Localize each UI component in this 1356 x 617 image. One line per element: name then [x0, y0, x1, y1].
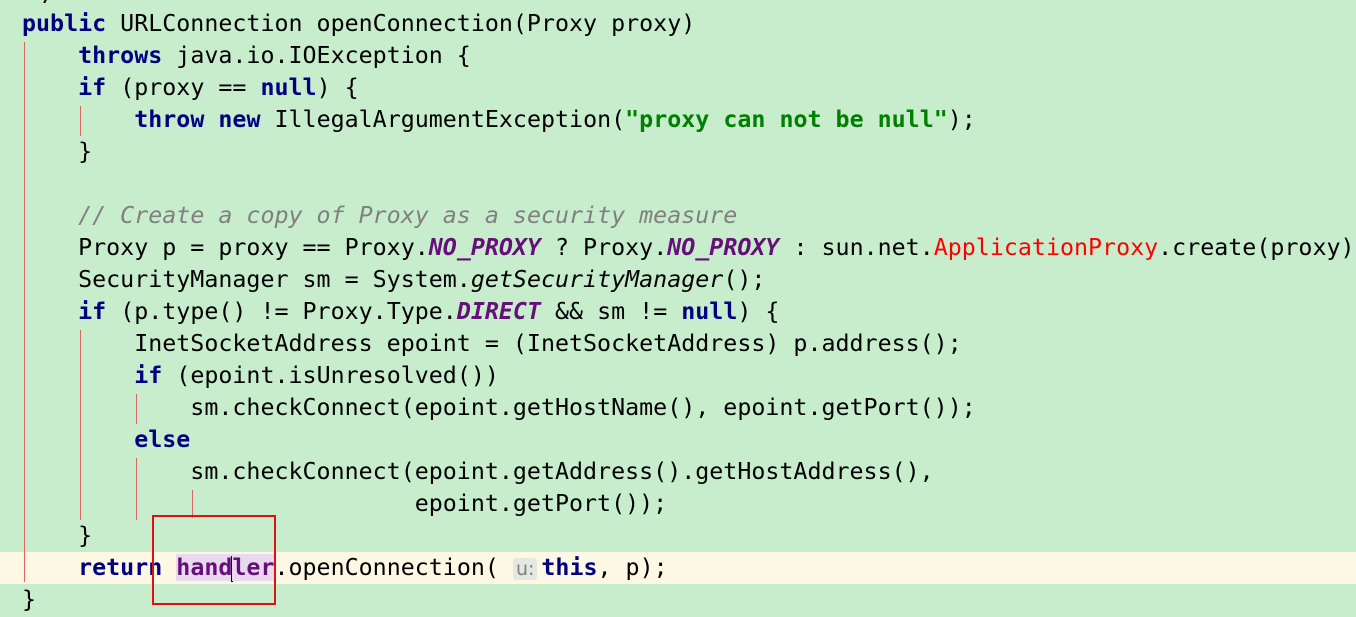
code-token[interactable]: , p);	[598, 554, 668, 581]
static-method-token[interactable]: getSecurityManager	[471, 266, 723, 293]
code-token[interactable]: : sun.net.	[779, 234, 933, 261]
code-token[interactable]: ) {	[737, 298, 779, 325]
code-line[interactable]: sm.checkConnect(epoint.getAddress().getH…	[0, 456, 1356, 488]
indent-guide-else	[136, 458, 137, 520]
code-token[interactable]: URLConnection openConnection(Proxy proxy…	[106, 10, 695, 37]
keyword-token[interactable]: if	[78, 298, 106, 325]
code-token[interactable]	[22, 426, 134, 453]
code-token[interactable]	[22, 74, 78, 101]
code-line[interactable]: public URLConnection openConnection(Prox…	[0, 8, 1356, 40]
code-token[interactable]: (p.type() != Proxy.Type.	[106, 298, 457, 325]
code-token[interactable]: ? Proxy.	[541, 234, 667, 261]
code-line[interactable]: if (p.type() != Proxy.Type.DIRECT && sm …	[0, 296, 1356, 328]
keyword-token[interactable]: throws	[78, 42, 162, 69]
highlight-annotation-box	[152, 515, 276, 605]
code-token[interactable]: (epoint.isUnresolved())	[162, 362, 499, 389]
code-token[interactable]: );	[948, 106, 976, 133]
code-line[interactable]: // Create a copy of Proxy as a security …	[0, 200, 1356, 232]
code-line[interactable]: if (epoint.isUnresolved())	[0, 360, 1356, 392]
indent-guide-if-unresolved	[136, 394, 137, 424]
code-token[interactable]: (proxy ==	[106, 74, 260, 101]
code-token[interactable]	[22, 106, 134, 133]
code-token[interactable]	[22, 298, 78, 325]
string-literal-token[interactable]: "proxy can not be null"	[625, 106, 948, 133]
code-line[interactable]	[0, 168, 1356, 200]
code-token[interactable]: .create(proxy);	[1158, 234, 1356, 261]
code-line[interactable]: if (proxy == null) {	[0, 72, 1356, 104]
keyword-token[interactable]: public	[22, 10, 106, 37]
code-token[interactable]	[22, 202, 78, 229]
code-token[interactable]	[204, 106, 218, 133]
keyword-token[interactable]: null	[681, 298, 737, 325]
code-line[interactable]: Proxy p = proxy == Proxy.NO_PROXY ? Prox…	[0, 232, 1356, 264]
code-token[interactable]	[22, 554, 78, 581]
code-token[interactable]	[22, 362, 134, 389]
code-line[interactable]: sm.checkConnect(epoint.getHostName(), ep…	[0, 392, 1356, 424]
code-token[interactable]: .openConnection(	[274, 554, 512, 581]
code-line[interactable]: SecurityManager sm = System.getSecurityM…	[0, 264, 1356, 296]
constant-token[interactable]: NO_PROXY	[667, 234, 779, 261]
keyword-token[interactable]: null	[260, 74, 316, 101]
code-token[interactable]: sm.checkConnect(epoint.getAddress().getH…	[22, 458, 933, 485]
code-token[interactable]: ) {	[317, 74, 359, 101]
keyword-token[interactable]: if	[134, 362, 162, 389]
code-line[interactable]: else	[0, 424, 1356, 456]
code-line[interactable]: throw new IllegalArgumentException("prox…	[0, 104, 1356, 136]
code-token[interactable]: sm.checkConnect(epoint.getHostName(), ep…	[22, 394, 975, 421]
indent-guide-if-direct	[80, 330, 81, 520]
code-token[interactable]	[22, 42, 78, 69]
code-token[interactable]: IllegalArgumentException(	[260, 106, 625, 133]
unresolved-class-token[interactable]: ApplicationProxy	[934, 234, 1158, 261]
code-token[interactable]: ();	[723, 266, 765, 293]
code-line[interactable]: InetSocketAddress epoint = (InetSocketAd…	[0, 328, 1356, 360]
parameter-hint: u:	[512, 558, 538, 580]
code-token[interactable]: }	[22, 586, 36, 613]
code-token[interactable]: }	[22, 138, 92, 165]
code-token[interactable]: SecurityManager sm = System.	[22, 266, 471, 293]
code-line[interactable]: }	[0, 136, 1356, 168]
code-token[interactable]: && sm !=	[541, 298, 681, 325]
comment-token[interactable]: // Create a copy of Proxy as a security …	[78, 202, 737, 229]
code-token[interactable]: Proxy p = proxy == Proxy.	[22, 234, 429, 261]
keyword-token[interactable]: new	[218, 106, 260, 133]
keyword-token[interactable]: this	[541, 554, 597, 581]
keyword-token[interactable]: return	[78, 554, 162, 581]
constant-token[interactable]: DIRECT	[457, 298, 541, 325]
indent-guide-if-null	[80, 106, 81, 136]
constant-token[interactable]: NO_PROXY	[429, 234, 541, 261]
code-line[interactable]: throws java.io.IOException {	[0, 40, 1356, 72]
code-token[interactable]: java.io.IOException {	[162, 42, 471, 69]
keyword-token[interactable]: throw	[134, 106, 204, 133]
indent-guide-continuation	[192, 490, 193, 518]
code-token[interactable]: InetSocketAddress epoint = (InetSocketAd…	[22, 330, 962, 357]
code-token[interactable]: epoint.getPort());	[22, 490, 667, 517]
keyword-token[interactable]: else	[134, 426, 190, 453]
indent-guide-method	[24, 42, 25, 582]
code-token[interactable]: }	[22, 522, 92, 549]
keyword-token[interactable]: if	[78, 74, 106, 101]
code-editor[interactable]: */ public URLConnection openConnection(P…	[0, 0, 1356, 617]
